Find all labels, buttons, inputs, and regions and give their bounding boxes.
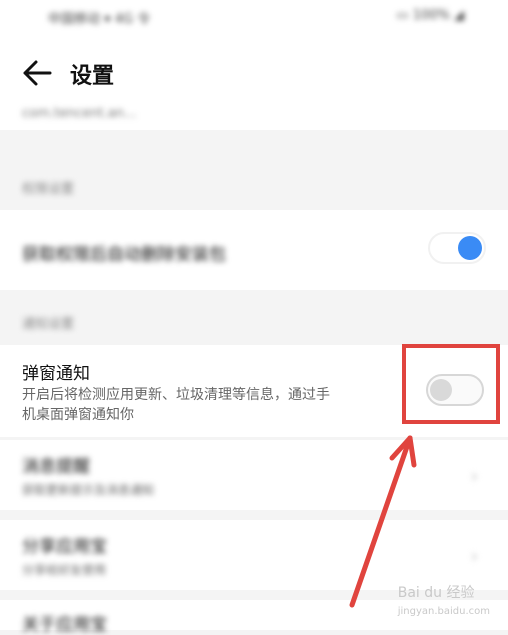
- section-header-notifications: 通知设置: [22, 317, 75, 332]
- setting-row-share[interactable]: 分享应用宝 分享给好友使用 ›: [0, 520, 508, 590]
- popup-notify-desc-line2: 机桌面弹窗通知你: [22, 407, 134, 423]
- popup-notify-desc-line1: 开启后将检测应用更新、垃圾清理等信息，通过手: [22, 387, 330, 403]
- overflow-row: com.tencent.an...: [0, 104, 508, 130]
- highlight-box-annotation: [402, 344, 500, 424]
- app-header: 设置: [0, 36, 508, 112]
- carrier-signal: 中国移动 ▾ 4G 令: [48, 12, 151, 27]
- setting-row-message[interactable]: 消息提醒 获取更新提示及消息通知 ›: [0, 440, 508, 510]
- chevron-right-icon: ›: [470, 546, 478, 567]
- watermark: Bai du 经验 jingyan.baidu.com: [397, 585, 490, 617]
- section-header-permissions: 权限设置: [22, 182, 75, 197]
- toggle-knob: [458, 236, 482, 260]
- chevron-right-icon: ›: [470, 466, 478, 487]
- page-title: 设置: [70, 64, 115, 89]
- back-arrow-icon[interactable]: [20, 58, 54, 88]
- setting-row-auto-delete[interactable]: 获取权限后自动删除安装包: [0, 210, 508, 290]
- status-bar: 中国移动 ▾ 4G 令 ▭ 100% ◢: [0, 0, 508, 36]
- battery-status: ▭ 100% ◢: [396, 8, 464, 23]
- popup-notify-title: 弹窗通知: [22, 364, 90, 384]
- auto-delete-label: 获取权限后自动删除安装包: [22, 245, 226, 265]
- auto-delete-toggle[interactable]: [428, 232, 486, 264]
- truncated-path-text: com.tencent.an...: [22, 106, 137, 121]
